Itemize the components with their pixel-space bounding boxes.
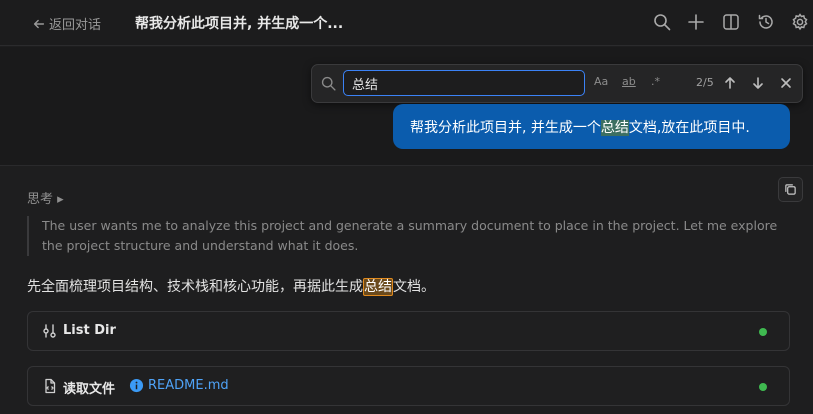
list-dir-icon bbox=[42, 323, 58, 339]
tool-label: List Dir bbox=[63, 323, 116, 338]
back-to-chat-button[interactable]: 返回对话 bbox=[32, 14, 101, 33]
match-case-toggle[interactable]: Aa bbox=[594, 75, 608, 88]
message-text-after: 文档,放在此项目中. bbox=[628, 120, 750, 136]
status-dot bbox=[759, 383, 767, 391]
close-icon[interactable] bbox=[778, 75, 794, 91]
copy-button[interactable] bbox=[778, 177, 803, 202]
arrow-up-icon[interactable] bbox=[722, 75, 738, 91]
plus-icon[interactable] bbox=[686, 12, 706, 32]
active-search-match: 总结 bbox=[363, 278, 393, 296]
tool-card-read-file[interactable]: 读取文件 README.md bbox=[27, 366, 790, 406]
split-panel-icon[interactable] bbox=[721, 12, 741, 32]
search-icon bbox=[320, 75, 337, 92]
find-bar: Aa ab .* 2/5 bbox=[311, 64, 803, 103]
arrow-down-icon[interactable] bbox=[750, 75, 766, 91]
info-icon bbox=[129, 378, 144, 393]
history-icon[interactable] bbox=[756, 12, 776, 32]
match-count: 2/5 bbox=[696, 76, 714, 89]
whole-word-toggle[interactable]: ab bbox=[622, 75, 636, 88]
arrow-left-icon bbox=[33, 19, 45, 28]
assistant-message: 先全面梳理项目结构、技术栈和核心功能，再据此生成总结文档。 bbox=[27, 276, 435, 296]
find-input[interactable] bbox=[343, 70, 585, 96]
gear-icon[interactable] bbox=[790, 12, 810, 32]
search-icon[interactable] bbox=[652, 12, 672, 32]
file-code-icon bbox=[42, 378, 58, 394]
message-text-before: 帮我分析此项目并, 并生成一个 bbox=[410, 120, 601, 136]
regex-toggle[interactable]: .* bbox=[651, 75, 660, 88]
back-label: 返回对话 bbox=[49, 18, 102, 33]
page-title: 帮我分析此项目并, 并生成一个... bbox=[135, 16, 344, 32]
thinking-toggle[interactable]: 思考 ▸ bbox=[27, 188, 64, 207]
user-message-bubble: 帮我分析此项目并, 并生成一个总结文档,放在此项目中. bbox=[393, 104, 790, 149]
summary-text-after: 文档。 bbox=[393, 279, 435, 295]
tool-label: 读取文件 bbox=[63, 382, 116, 397]
tool-card-list-dir[interactable]: List Dir bbox=[27, 311, 790, 351]
summary-text-before: 先全面梳理项目结构、技术栈和核心功能，再据此生成 bbox=[27, 279, 363, 295]
top-bar: 返回对话 帮我分析此项目并, 并生成一个... bbox=[0, 0, 813, 46]
search-match-highlight: 总结 bbox=[600, 120, 629, 136]
file-link[interactable]: README.md bbox=[148, 378, 229, 393]
thinking-content: The user wants me to analyze this projec… bbox=[27, 216, 797, 256]
status-dot bbox=[759, 328, 767, 336]
copy-icon bbox=[785, 184, 796, 195]
